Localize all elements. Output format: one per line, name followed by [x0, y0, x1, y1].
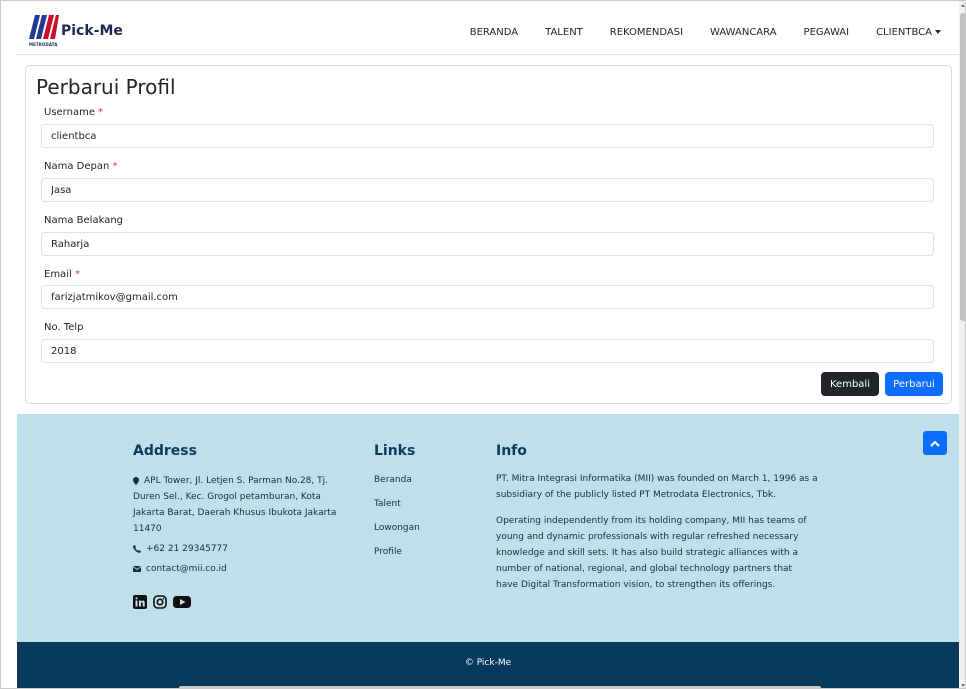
browser-frame: Pick-Me METRODATA BERANDA TALENT REKOMEN…: [0, 0, 966, 689]
phone-icon: [133, 544, 141, 553]
last-name-input[interactable]: [41, 232, 934, 256]
email-text: contact@mii.co.id: [146, 564, 227, 574]
address-line-2: Duren Sel., Kec. Grogol petamburan, Kota: [133, 492, 321, 502]
info-title: Info: [496, 443, 527, 459]
navbar: Pick-Me METRODATA BERANDA TALENT REKOMEN…: [17, 9, 959, 55]
brand[interactable]: Pick-Me METRODATA: [29, 14, 123, 49]
info-p2-line: have Digital Transformation vision, to s…: [496, 580, 776, 590]
info-p1-line: PT. Mitra Integrasi Informatika (MII) wa…: [496, 474, 818, 484]
map-marker-icon: [133, 476, 139, 485]
vertical-scrollbar[interactable]: [959, 1, 965, 688]
footer-link-lowongan[interactable]: Lowongan: [374, 520, 420, 536]
phone-label: No. Telp: [44, 322, 83, 333]
back-button[interactable]: Kembali: [821, 372, 879, 396]
address-text: APL Tower, Jl. Letjen S. Parman No.28, T…: [133, 473, 373, 537]
info-paragraph-1: PT. Mitra Integrasi Informatika (MII) wa…: [496, 471, 876, 503]
nav-item-rekomendasi[interactable]: REKOMENDASI: [610, 27, 683, 38]
required-mark: *: [112, 161, 118, 172]
username-label: Username *: [44, 107, 103, 118]
user-menu-dropdown[interactable]: CLIENTBCA: [876, 27, 941, 38]
scroll-to-top-button[interactable]: [923, 431, 947, 455]
footer-link-beranda[interactable]: Beranda: [374, 472, 412, 488]
required-mark: *: [98, 107, 104, 118]
nav-item-talent[interactable]: TALENT: [545, 27, 583, 38]
footer-link-talent[interactable]: Talent: [374, 496, 401, 512]
youtube-icon[interactable]: [173, 594, 191, 613]
page-title: Perbarui Profil: [36, 75, 176, 99]
links-title: Links: [374, 443, 416, 459]
address-line: APL Tower, Jl. Letjen S. Parman No.28, T…: [133, 473, 373, 489]
copyright-text: © Pick-Me: [464, 658, 512, 668]
brand-logo-icon: [29, 14, 59, 39]
info-paragraph-2: Operating independently from its holding…: [496, 513, 876, 593]
update-button[interactable]: Perbarui: [885, 372, 943, 396]
phone-text: +62 21 29345777: [146, 544, 228, 554]
nav-item-beranda[interactable]: BERANDA: [470, 27, 518, 38]
scrollbar-thumb[interactable]: [960, 13, 965, 321]
nav-menu: BERANDA TALENT REKOMENDASI WAWANCARA PEG…: [443, 9, 941, 55]
nav-item-wawancara[interactable]: WAWANCARA: [710, 27, 777, 38]
required-mark: *: [74, 269, 80, 280]
email-label: Email *: [44, 269, 80, 280]
social-links: [133, 594, 191, 613]
copyright-bar: © Pick-Me: [17, 642, 959, 688]
last-name-label: Nama Belakang: [44, 215, 123, 226]
instagram-icon[interactable]: [153, 594, 167, 613]
address-line-4: 11470: [133, 524, 162, 534]
address-line-3: Jakarta Barat, Daerah Khusus Ibukota Jak…: [133, 508, 337, 518]
email-label-text: Email: [44, 269, 72, 280]
last-name-label-text: Nama Belakang: [44, 215, 124, 226]
address-title: Address: [133, 443, 197, 459]
profile-form-card: Perbarui Profil Username * Nama Depan * …: [25, 65, 952, 404]
nav-item-pegawai[interactable]: PEGAWAI: [804, 27, 850, 38]
info-p2-line: knowledge and skill sets. It has also bu…: [496, 548, 799, 558]
scroll-up-arrow-icon[interactable]: [961, 4, 965, 7]
first-name-label: Nama Depan *: [44, 161, 118, 172]
linkedin-icon[interactable]: [133, 594, 147, 613]
first-name-input[interactable]: [41, 178, 934, 202]
caret-down-icon: [935, 30, 941, 34]
phone-input[interactable]: [41, 339, 934, 363]
phone-label-text: No. Telp: [44, 322, 84, 333]
info-p1-line: subsidiary of the publicly listed PT Met…: [496, 490, 776, 500]
scroll-down-arrow-icon[interactable]: [961, 684, 965, 687]
info-p2-line: young and dynamic professionals with reg…: [496, 532, 799, 542]
first-name-label-text: Nama Depan: [44, 161, 110, 172]
info-p2-line: Operating independently from its holding…: [496, 516, 807, 526]
username-label-text: Username: [44, 107, 95, 118]
footer: Address APL Tower, Jl. Letjen S. Parman …: [17, 414, 959, 642]
address-line-1: APL Tower, Jl. Letjen S. Parman No.28, T…: [144, 476, 328, 486]
chevron-up-icon: [930, 440, 940, 447]
email-input[interactable]: [41, 285, 934, 309]
brand-subtitle: METRODATA: [29, 41, 58, 47]
info-p2-line: number of national, regional, and global…: [496, 564, 793, 574]
brand-name: Pick-Me: [61, 22, 123, 39]
email-row: contact@mii.co.id: [133, 561, 227, 577]
user-menu-label: CLIENTBCA: [876, 26, 932, 38]
envelope-icon: [133, 565, 141, 572]
phone-row: +62 21 29345777: [133, 541, 228, 557]
username-input[interactable]: [41, 124, 934, 148]
footer-link-profile[interactable]: Profile: [374, 544, 402, 560]
